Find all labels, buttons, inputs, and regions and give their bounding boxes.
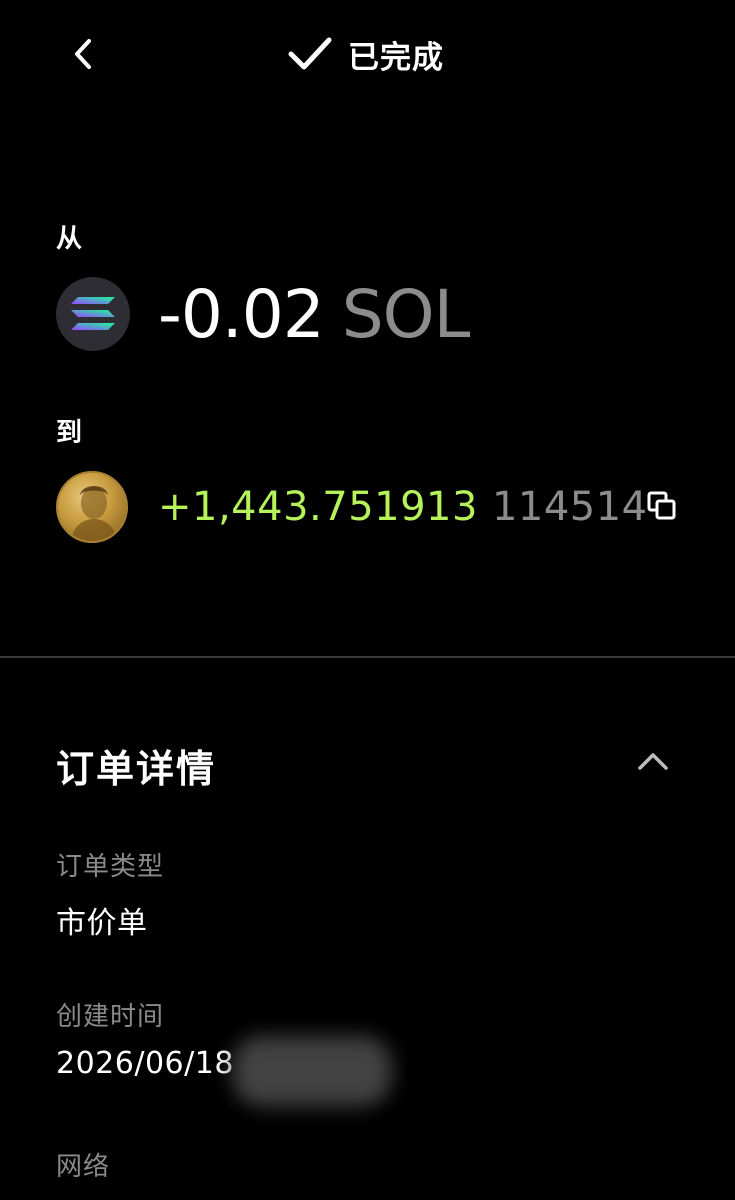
transaction-detail-page: 已完成 从 -0.02 SOL 到 +1,443.751913 114514 订… — [0, 0, 735, 1200]
redacted-time-blur — [232, 1036, 392, 1106]
order-type-label: 订单类型 — [56, 852, 165, 882]
created-time-label: 创建时间 — [56, 1002, 165, 1032]
order-details-title: 订单详情 — [56, 747, 217, 791]
copy-icon — [647, 491, 676, 520]
to-amount-unit: 114514 — [491, 484, 648, 530]
chevron-up-icon — [638, 753, 668, 770]
coin-portrait-icon — [56, 471, 128, 543]
to-amount-value: +1,443.751913 — [158, 484, 478, 530]
from-amount-unit: SOL — [341, 275, 471, 353]
from-label: 从 — [56, 224, 83, 254]
copy-button[interactable] — [646, 490, 678, 522]
network-label: 网络 — [56, 1152, 111, 1182]
from-amount-value: -0.02 — [158, 275, 325, 353]
to-label: 到 — [56, 418, 83, 448]
solana-logo-icon — [56, 277, 130, 351]
collapse-button[interactable] — [632, 740, 674, 782]
header-bar: 已完成 — [0, 0, 735, 110]
from-amount: -0.02 SOL — [158, 275, 471, 353]
back-button[interactable] — [58, 28, 110, 80]
checkmark-icon — [288, 37, 332, 70]
section-divider — [0, 656, 735, 658]
status-text: 已完成 — [348, 39, 444, 76]
created-time-value: 2026/06/18 — [56, 1046, 234, 1081]
order-type-value: 市价单 — [56, 906, 148, 941]
status-indicator: 已完成 — [286, 30, 444, 78]
chevron-left-icon — [75, 39, 91, 69]
from-amount-row: -0.02 SOL — [56, 275, 471, 353]
to-amount-row: +1,443.751913 114514 — [56, 470, 706, 544]
